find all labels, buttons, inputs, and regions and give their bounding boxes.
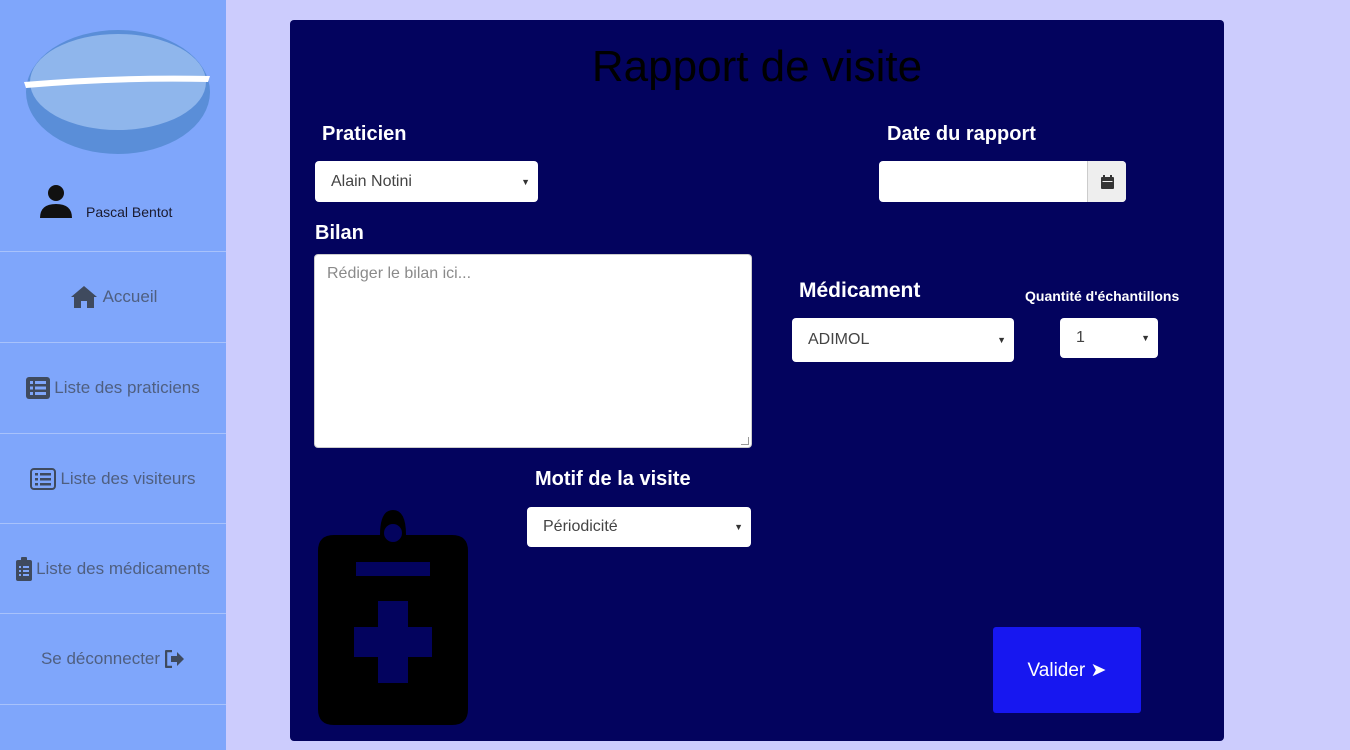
motif-label: Motif de la visite [535,468,691,490]
list-icon [30,468,57,490]
submit-button[interactable]: Valider ➤ [993,627,1141,713]
calendar-button[interactable] [1087,161,1126,202]
sidebar-divider [0,704,226,705]
nav-se-deconnecter-label: Se déconnecter [40,649,161,668]
calendar-icon [1100,174,1114,189]
bilan-placeholder: Rédiger le bilan ici... [327,265,472,282]
medical-clipboard-icon [318,510,468,725]
user-icon [40,185,72,218]
user-name: Pascal Bentot [86,204,173,220]
motif-select[interactable]: Périodicité ▼ [527,507,751,547]
medicament-label: Médicament [799,279,921,302]
chevron-down-icon: ▼ [734,522,743,532]
nav-liste-praticiens-label: Liste des praticiens [54,378,200,397]
page-title: Rapport de visite [591,42,923,91]
visit-report-panel: Rapport de visite Praticien Alain Notini… [290,20,1224,741]
user-profile: Pascal Bentot [0,178,226,250]
nav-liste-visiteurs-label: Liste des visiteurs [60,469,196,488]
quantite-select[interactable]: 1 ▼ [1060,318,1158,358]
quantite-value: 1 [1076,329,1085,346]
sidebar: Pascal Bentot Accueil Liste des praticie… [0,0,226,750]
nav-accueil-label: Accueil [102,287,158,306]
list-icon [26,377,51,399]
praticien-label: Praticien [322,123,407,145]
medicament-select[interactable]: ADIMOL ▼ [792,318,1014,362]
nav-se-deconnecter[interactable]: Se déconnecter [0,613,226,704]
resize-handle-icon[interactable] [741,437,749,445]
nav-liste-medicaments[interactable]: Liste des médicaments [0,523,226,614]
clipboard-list-icon [16,557,33,581]
logout-icon [165,650,185,668]
bilan-label: Bilan [315,222,364,244]
chevron-down-icon: ▼ [521,176,530,187]
date-field[interactable] [879,161,1126,202]
praticien-value: Alain Notini [331,172,412,190]
quantite-label: Quantité d'échantillons [1025,288,1180,304]
chevron-down-icon: ▼ [1141,333,1150,343]
medicament-value: ADIMOL [808,331,870,348]
nav-liste-medicaments-label: Liste des médicaments [36,559,210,578]
home-icon [69,284,99,310]
chevron-down-icon: ▼ [997,335,1006,345]
nav-liste-visiteurs[interactable]: Liste des visiteurs [0,433,226,524]
nav-liste-praticiens[interactable]: Liste des praticiens [0,342,226,433]
praticien-select[interactable]: Alain Notini ▼ [315,161,538,202]
gsb-logo [24,30,210,154]
date-label: Date du rapport [887,123,1036,145]
nav-accueil[interactable]: Accueil [0,251,226,342]
motif-value: Périodicité [543,518,618,535]
bilan-textarea[interactable]: Rédiger le bilan ici... [314,254,752,448]
